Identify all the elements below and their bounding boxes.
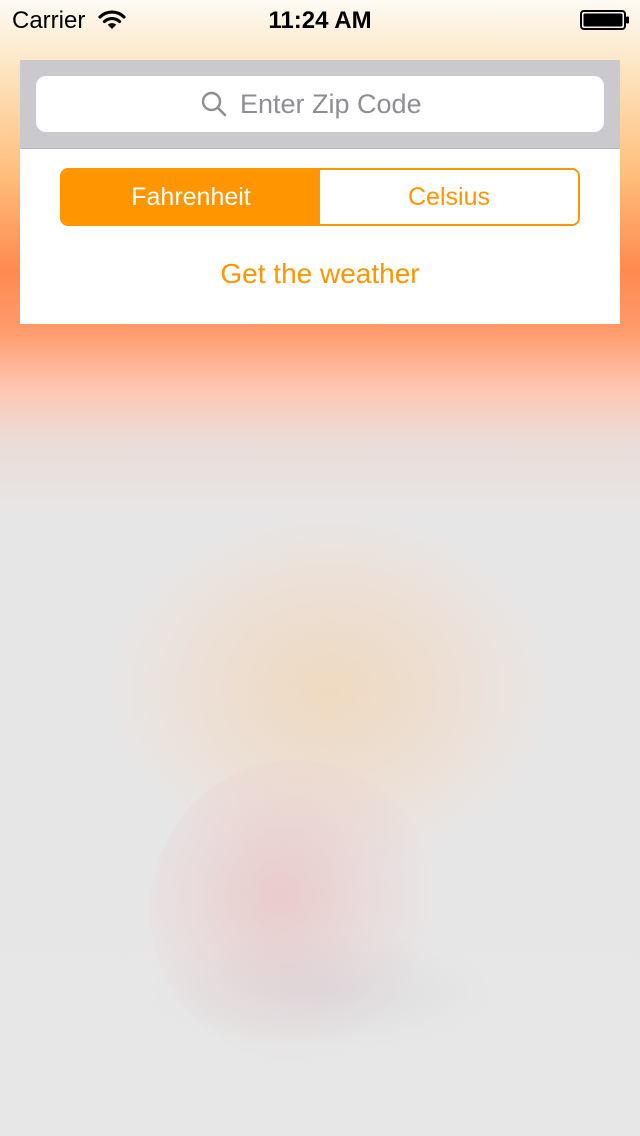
lightbulb-base-blur — [150, 930, 490, 1050]
temperature-unit-selector: Fahrenheit Celsius — [60, 168, 580, 226]
get-weather-button[interactable]: Get the weather — [20, 254, 620, 294]
search-bar — [20, 60, 620, 149]
search-icon — [201, 91, 227, 117]
zip-code-input[interactable] — [240, 88, 440, 120]
segment-fahrenheit[interactable]: Fahrenheit — [62, 170, 320, 224]
status-bar: Carrier 11:24 AM — [0, 0, 640, 40]
segment-celsius[interactable]: Celsius — [320, 170, 578, 224]
battery-icon — [580, 10, 629, 30]
clock-time: 11:24 AM — [268, 7, 372, 34]
weather-form-card: Fahrenheit Celsius Get the weather — [20, 60, 620, 324]
search-field[interactable] — [36, 76, 604, 132]
